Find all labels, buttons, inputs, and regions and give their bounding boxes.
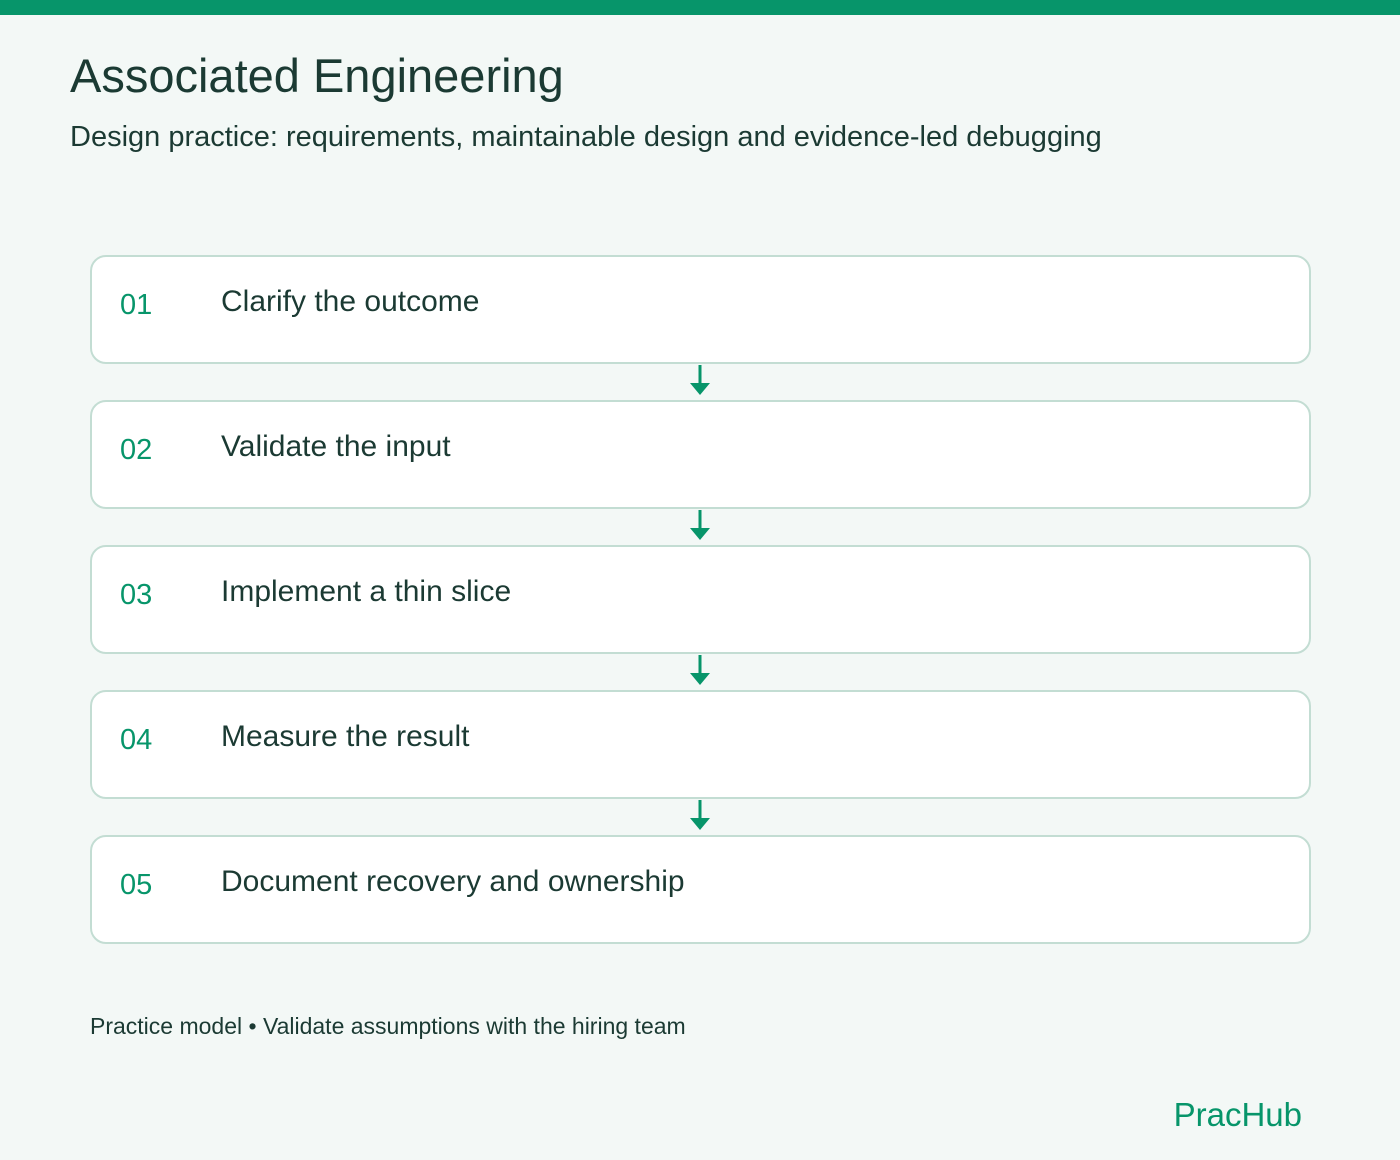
step-card-3: 03 Implement a thin slice [90,545,1311,654]
page-title: Associated Engineering [70,49,564,102]
arrow-down-icon [690,365,710,395]
arrow-down-icon [690,800,710,830]
footnote: Practice model • Validate assumptions wi… [90,1013,686,1039]
step-number: 01 [120,289,153,321]
top-accent-bar [0,0,1400,15]
step-card-5: 05 Document recovery and ownership [90,835,1311,944]
brand-logo: PracHub [1173,1096,1302,1133]
step-number: 03 [120,579,153,611]
step-label: Document recovery and ownership [221,865,685,898]
step-card-4: 04 Measure the result [90,690,1311,799]
step-number: 05 [120,869,153,901]
step-label: Implement a thin slice [221,575,512,608]
step-card-1: 01 Clarify the outcome [90,255,1311,364]
step-number: 04 [120,724,153,756]
page-subtitle: Design practice: requirements, maintaina… [70,121,1102,153]
arrow-down-icon [690,655,710,685]
arrow-down-icon [690,510,710,540]
step-label: Measure the result [221,720,470,753]
step-card-2: 02 Validate the input [90,400,1311,509]
step-label: Clarify the outcome [221,285,480,318]
step-label: Validate the input [221,430,451,463]
step-number: 02 [120,434,153,466]
